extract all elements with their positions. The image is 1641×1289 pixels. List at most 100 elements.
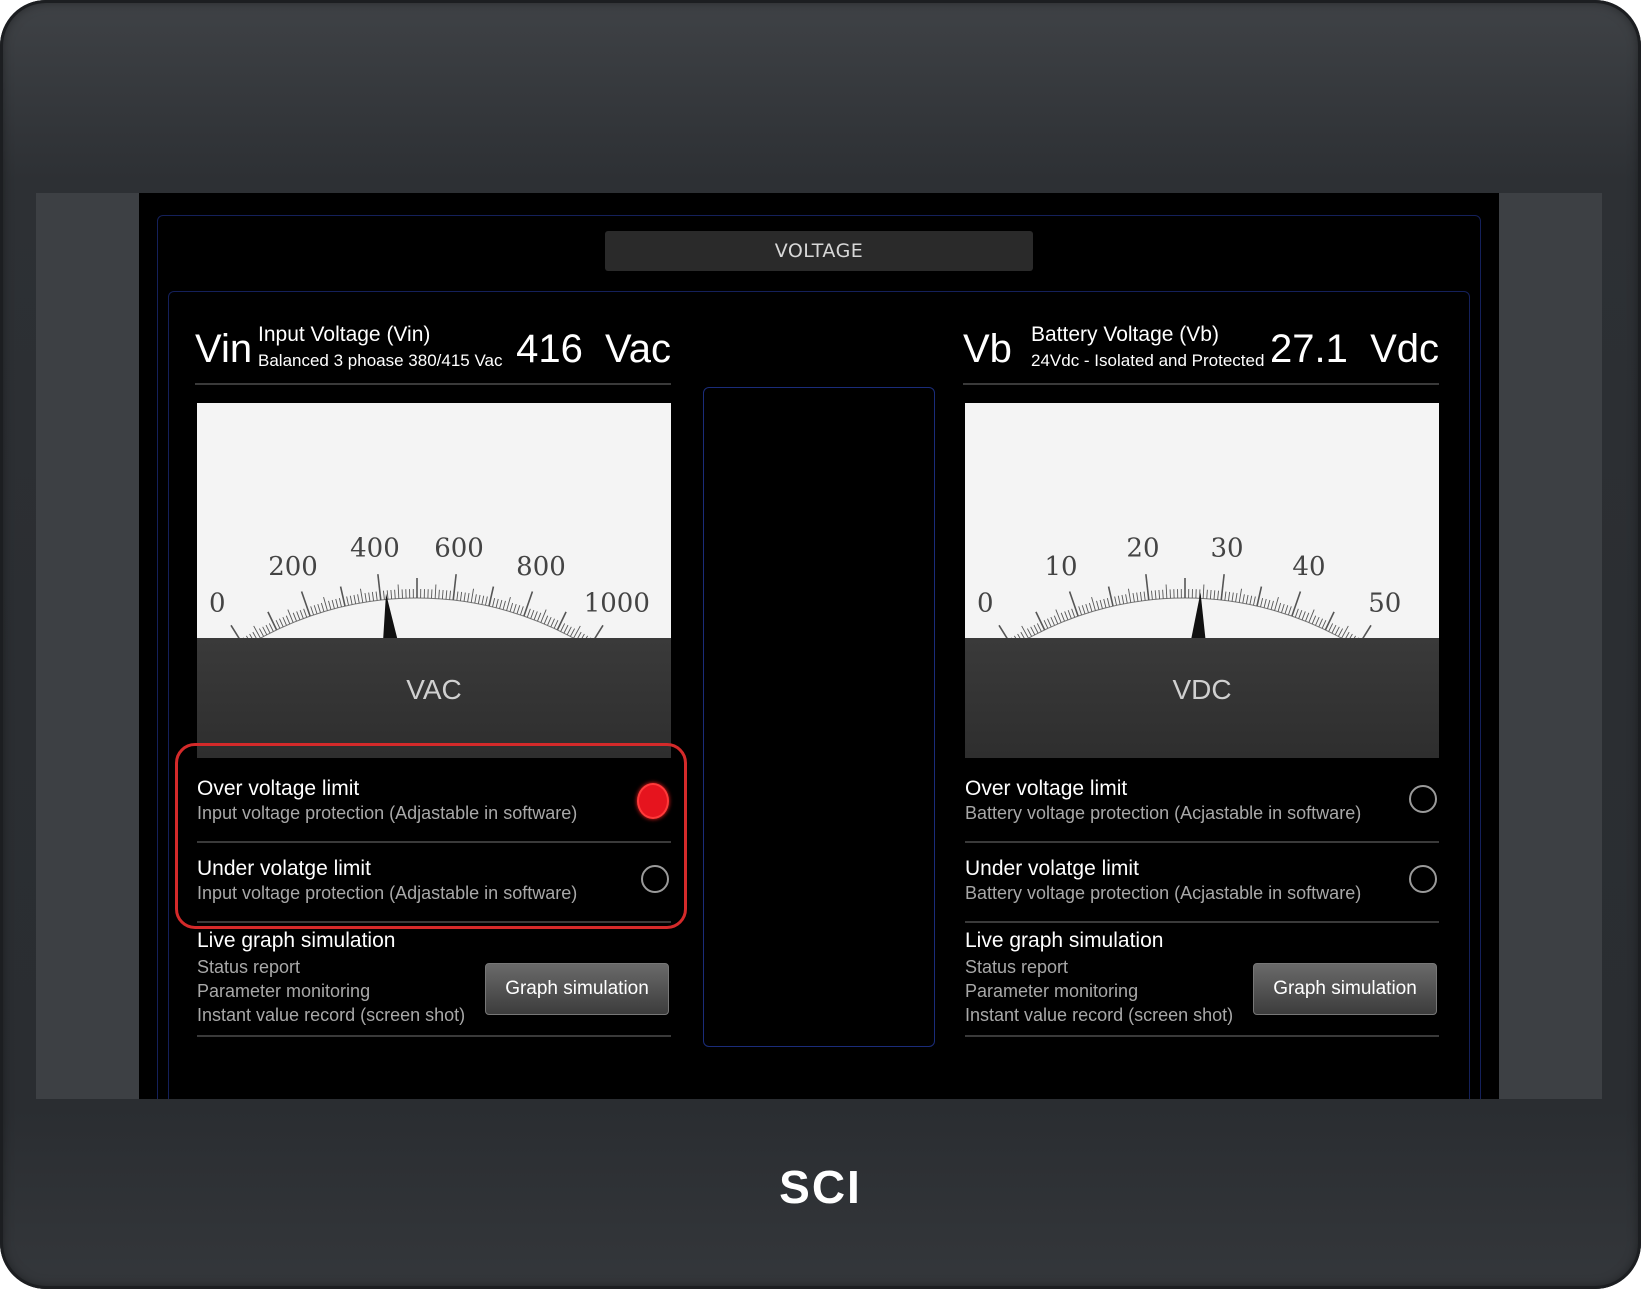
- input-voltage-meter-tick: [506, 597, 511, 611]
- input-voltage-meter-tick: [300, 591, 311, 617]
- battery-voltage-meter-tick: [1088, 602, 1093, 612]
- battery-graph-simulation-button[interactable]: Graph simulation: [1253, 963, 1437, 1015]
- input-voltage-meter-tick: [516, 605, 521, 614]
- input-voltage-meter-tick: [386, 590, 389, 600]
- battery-voltage-header: Vb Battery Voltage (Vb) 24Vdc - Isolated…: [963, 321, 1439, 385]
- input-voltage-meter-tick: [335, 598, 339, 608]
- battery-voltage-meter-tick: [1035, 611, 1046, 631]
- battery-voltage-meter-tick: [1078, 606, 1082, 616]
- input-voltage-meter-tick: [566, 626, 572, 635]
- battery-voltage-meter-tick: [1231, 592, 1234, 602]
- battery-voltage-meter-tick: [1026, 628, 1033, 637]
- input-voltage-meter-tick: [563, 624, 569, 634]
- input-voltage-meter-tick: [275, 620, 281, 629]
- input-graph-simulation-button[interactable]: Graph simulation: [485, 963, 669, 1015]
- battery-voltage-meter-tick: [1139, 591, 1143, 601]
- battery-over-voltage-row: Over voltage limit Battery voltage prote…: [965, 763, 1439, 843]
- battery-voltage-panel: Vb Battery Voltage (Vb) 24Vdc - Isolated…: [963, 321, 1439, 1037]
- battery-voltage-meter-tick: [1064, 611, 1069, 620]
- input-voltage-meter-tick: [485, 596, 488, 606]
- battery-voltage-meter-tick: [1356, 624, 1372, 648]
- battery-voltage-symbol: Vb: [963, 327, 1012, 371]
- battery-voltage-meter-face: 0 10 20 30 40 50: [965, 403, 1439, 648]
- battery-voltage-meter-tick: [1260, 598, 1264, 608]
- battery-voltage-meter-tick: [1068, 591, 1079, 617]
- battery-voltage-meter-scale-label: 30: [1210, 533, 1243, 563]
- battery-voltage-meter-tick: [1202, 584, 1205, 599]
- input-voltage-meter-tick: [530, 609, 535, 619]
- battery-voltage-meter-tick: [1227, 591, 1231, 601]
- input-voltage-meter-tick: [588, 624, 604, 648]
- input-live-item: Parameter monitoring: [197, 981, 371, 1001]
- battery-voltage-meter-tick: [1043, 620, 1049, 629]
- battery-voltage-meter-scale-label: 10: [1044, 552, 1077, 582]
- input-voltage-title: Input Voltage (Vin): [258, 323, 431, 346]
- battery-voltage-meter-tick: [1288, 606, 1292, 616]
- battery-under-voltage-indicator: [1409, 865, 1437, 893]
- battery-voltage-meter-base: VDC: [965, 638, 1439, 758]
- input-voltage-meter-tick: [339, 586, 346, 607]
- input-voltage-meter-tick: [543, 615, 549, 625]
- input-voltage-meter-tick: [303, 608, 308, 618]
- battery-under-voltage-row: Under volatge limit Battery voltage prot…: [965, 843, 1439, 923]
- battery-voltage-title: Battery Voltage (Vb): [1031, 323, 1219, 346]
- battery-voltage-meter-tick: [1301, 611, 1306, 620]
- input-live-graph-title: Live graph simulation: [197, 929, 396, 952]
- battery-voltage-meter-tick: [1337, 628, 1344, 637]
- input-voltage-reading: 416 Vac: [516, 327, 671, 371]
- input-voltage-meter-tick: [520, 606, 524, 616]
- input-voltage-meter-unit: VAC: [406, 674, 462, 705]
- battery-voltage-meter-tick: [1151, 590, 1153, 600]
- input-voltage-meter-tick: [569, 628, 576, 637]
- input-voltage-meter-scale-arc: [244, 597, 590, 648]
- battery-voltage-meter-tick: [1030, 626, 1036, 635]
- input-voltage-meter-tick: [438, 589, 440, 599]
- battery-voltage-meter-tick: [1162, 589, 1164, 599]
- battery-voltage-meter-tick: [998, 624, 1014, 648]
- input-voltage-meter-tick: [258, 628, 265, 637]
- input-voltage-meter-tick: [509, 602, 514, 612]
- input-voltage-meter-scale-label: 0: [209, 588, 226, 618]
- input-voltage-meter-tick: [481, 595, 485, 605]
- input-limits-highlight: [175, 743, 687, 929]
- input-voltage-meter-tick: [560, 623, 566, 632]
- input-voltage-meter-tick: [360, 588, 364, 603]
- battery-voltage-meter-tick: [1117, 595, 1121, 605]
- battery-voltage-meter-tick: [1253, 596, 1256, 606]
- battery-voltage-meter-tick: [1256, 586, 1263, 607]
- battery-voltage-meter-tick: [1324, 611, 1335, 631]
- battery-voltage-meter-tick: [1281, 603, 1285, 613]
- input-voltage-meter-tick: [445, 590, 448, 600]
- battery-voltage-meter-tick: [1071, 608, 1076, 618]
- battery-live-item: Status report: [965, 957, 1069, 977]
- input-voltage-meter-tick: [533, 611, 538, 620]
- battery-voltage-meter-tick: [1145, 574, 1150, 601]
- input-voltage-meter-tick: [394, 589, 396, 599]
- battery-voltage-meter-tick: [1060, 612, 1065, 622]
- bezel-side-strip-left: [36, 193, 139, 1099]
- input-voltage-meter-tick: [317, 603, 321, 613]
- battery-voltage-meter-scale-label: 20: [1126, 533, 1159, 563]
- battery-voltage-meter-scale-label: 0: [977, 588, 994, 618]
- battery-voltage-meter-tick: [1311, 615, 1317, 625]
- battery-voltage-meter-tick: [1270, 600, 1274, 610]
- input-voltage-meter-tick: [313, 605, 318, 614]
- input-voltage-meter-tick: [364, 593, 367, 603]
- battery-voltage-meter-tick: [1224, 591, 1227, 601]
- input-voltage-meter-tick: [338, 598, 342, 608]
- input-voltage-meter-scale-label: 800: [516, 552, 566, 582]
- battery-voltage-meter-tick: [1245, 594, 1249, 604]
- input-voltage-meter-tick: [267, 611, 278, 631]
- battery-voltage-meter-tick: [1106, 598, 1110, 608]
- battery-voltage-meter-tick: [1158, 589, 1161, 600]
- battery-live-graph-title: Live graph simulation: [965, 929, 1164, 952]
- battery-voltage-meter-tick: [1242, 594, 1245, 604]
- battery-voltage-meter-tick: [1121, 594, 1125, 604]
- battery-voltage-meter-tick: [1165, 584, 1168, 599]
- battery-voltage-meter-tick: [1267, 599, 1271, 609]
- bezel-side-strip-right: [1499, 193, 1602, 1099]
- battery-voltage-meter-tick: [1209, 589, 1212, 600]
- battery-voltage-meter-tick: [1154, 590, 1157, 600]
- input-voltage-meter: 0 200 400 600 800 1000 VAC: [197, 403, 671, 758]
- battery-voltage-meter-tick: [1249, 595, 1253, 605]
